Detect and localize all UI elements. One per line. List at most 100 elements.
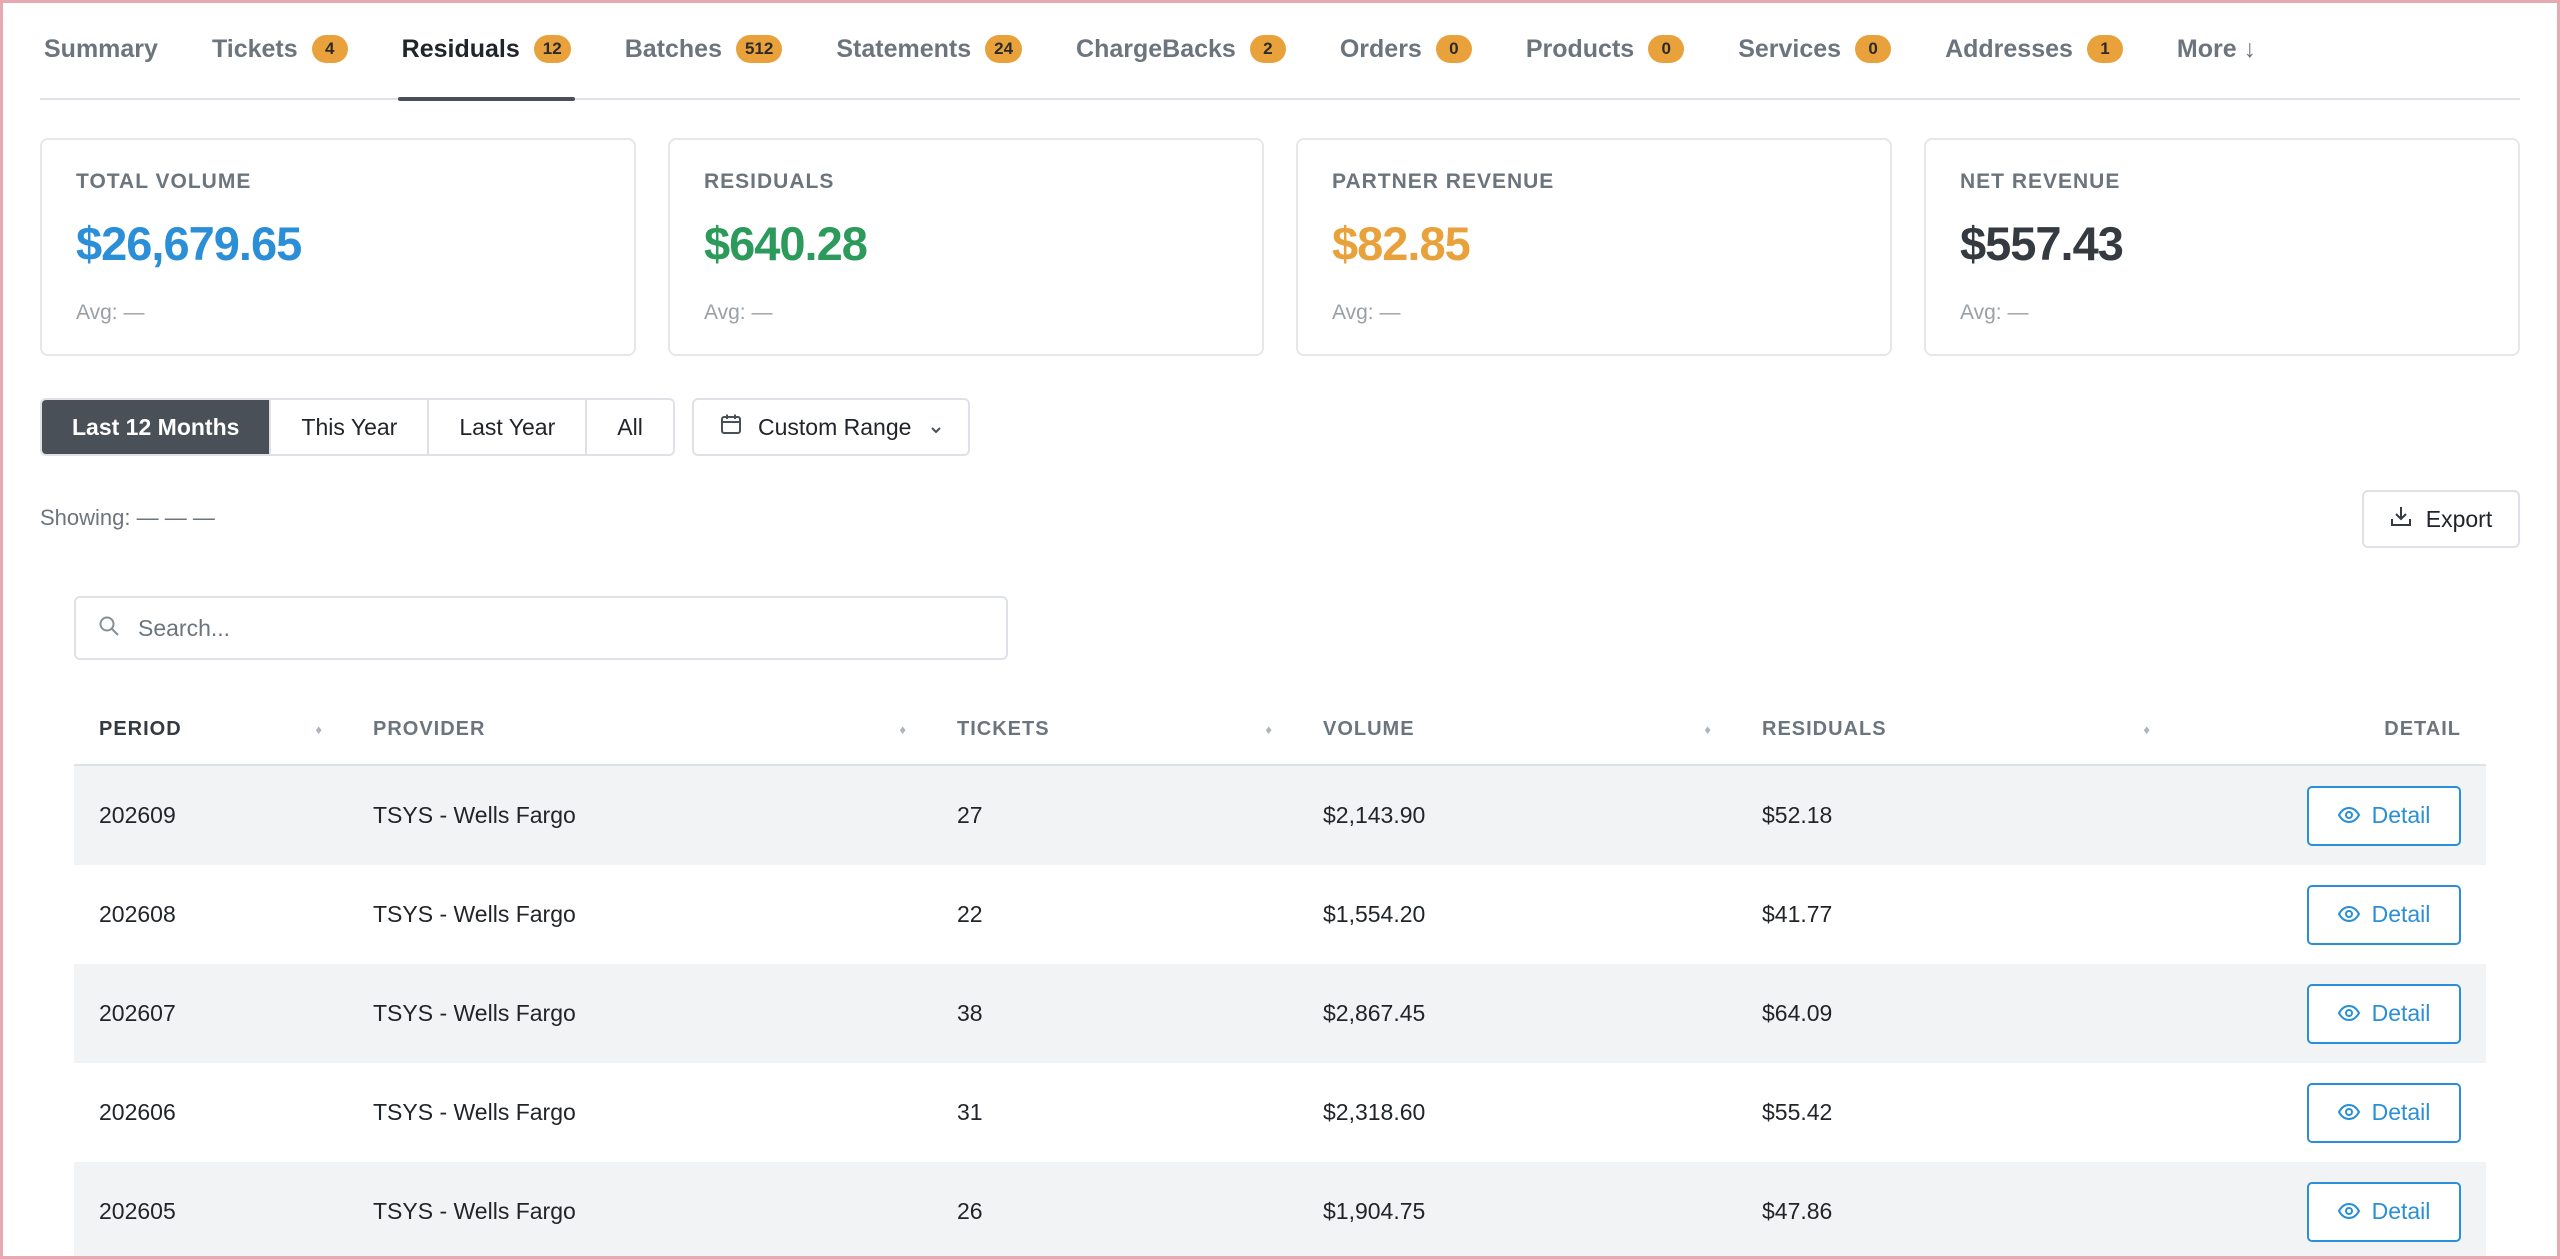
sort-icon: ♦ [2143,721,2151,737]
card-label: NET REVENUE [1960,170,2121,193]
tab-label: Batches [624,34,722,63]
table-row: 202605 TSYS - Wells Fargo 26 $1,904.75 $… [74,1162,2486,1259]
detail-label: Detail [2371,1198,2431,1224]
header-label: TICKETS [957,717,1050,740]
tab-tickets[interactable]: Tickets 4 [212,0,348,99]
tab-label: Services [1738,34,1842,63]
cell-period: 202609 [99,802,176,828]
search-input[interactable] [138,614,958,642]
tab-label: ChargeBacks [1076,34,1236,63]
cell-volume: $2,318.60 [1323,1099,1426,1125]
count-badge: 0 [1855,35,1892,63]
column-header-detail: DETAIL [2176,694,2486,764]
kpi-cards: TOTAL VOLUME $26,679.65 Avg: — RESIDUALS… [40,138,2520,356]
tab-label: Addresses [1945,34,2073,63]
detail-button[interactable]: Detail [2307,1181,2461,1242]
tab-label: Residuals [401,34,520,63]
sort-icon: ♦ [899,721,907,737]
tab-label: Orders [1339,34,1422,63]
custom-range-dropdown[interactable]: Custom Range [692,398,970,456]
table-row: 202607 TSYS - Wells Fargo 38 $2,867.45 $… [74,964,2486,1063]
eye-icon [2337,1000,2372,1027]
download-icon [2390,505,2426,533]
tab-label: Summary [44,34,158,63]
count-badge: 24 [985,35,1023,63]
header-label: PROVIDER [373,717,486,740]
column-header-tickets[interactable]: TICKETS ♦ [932,694,1298,764]
tab-products[interactable]: Products 0 [1525,0,1685,99]
detail-button[interactable]: Detail [2307,1082,2461,1143]
count-badge: 0 [1435,35,1472,63]
cell-provider: TSYS - Wells Fargo [373,901,576,927]
cell-tickets: 22 [957,901,983,927]
eye-icon [2337,1099,2372,1126]
detail-label: Detail [2371,1099,2431,1125]
search-box [74,596,1008,660]
range-this-year-button[interactable]: This Year [271,400,430,454]
search-icon [98,615,138,642]
tab-summary[interactable]: Summary [44,0,158,99]
detail-button[interactable]: Detail [2307,884,2461,945]
card-average: Avg: — [1332,301,1401,324]
tab-label: Tickets [211,34,298,63]
tab-label: Statements [836,34,972,63]
export-button[interactable]: Export [2362,490,2520,548]
column-header-residuals[interactable]: RESIDUALS ♦ [1737,694,2176,764]
calendar-icon [720,413,758,441]
tab-statements[interactable]: Statements 24 [836,0,1023,99]
card-value: $82.85 [1332,217,1471,270]
table-row: 202608 TSYS - Wells Fargo 22 $1,554.20 $… [74,865,2486,964]
cell-provider: TSYS - Wells Fargo [373,1198,576,1224]
residuals-page: Summary Tickets 4 Residuals 12 Batches 512 … [40,0,2520,1259]
column-header-volume[interactable]: VOLUME ♦ [1298,694,1737,764]
cell-period: 202605 [99,1198,176,1224]
range-last-year-button[interactable]: Last Year [429,400,588,454]
range-last-12-months-button[interactable]: Last 12 Months [42,400,272,454]
tab-label: More ↓ [2176,34,2257,63]
tab-bar: Summary Tickets 4 Residuals 12 Batches 512 … [40,0,2520,101]
cell-detail: Detail [2176,983,2486,1044]
detail-button[interactable]: Detail [2307,785,2461,846]
cell-tickets: 38 [957,1000,983,1026]
sort-icon: ♦ [1265,721,1273,737]
cell-provider: TSYS - Wells Fargo [373,1099,576,1125]
card-average: Avg: — [704,301,773,324]
table-header: PERIOD ♦ PROVIDER ♦ TICKETS ♦ VOLUME ♦ RESID… [74,694,2486,766]
range-all-button[interactable]: All [587,400,673,454]
tab-more-dropdown[interactable]: More ↓ [2177,0,2256,99]
detail-label: Detail [2371,901,2431,927]
tab-addresses[interactable]: Addresses 1 [1945,0,2123,99]
card-label: TOTAL VOLUME [76,170,252,193]
tab-residuals[interactable]: Residuals 12 [397,0,575,101]
residuals-table: PERIOD ♦ PROVIDER ♦ TICKETS ♦ VOLUME ♦ RESID… [74,694,2486,1259]
column-header-period[interactable]: PERIOD ♦ [74,694,348,764]
tab-label: Products [1525,34,1635,63]
tab-orders[interactable]: Orders 0 [1340,0,1472,99]
net-revenue-card: NET REVENUE $557.43 Avg: — [1924,138,2520,356]
sort-icon: ♦ [315,721,323,737]
chevron-down-icon [929,414,959,441]
showing-range-text: Showing: — — — [40,505,215,530]
count-badge: 1 [2086,35,2123,63]
cell-volume: $1,554.20 [1323,901,1426,927]
detail-button[interactable]: Detail [2307,983,2461,1044]
count-badge: 12 [533,35,571,63]
tab-chargebacks[interactable]: ChargeBacks 2 [1076,0,1286,99]
cell-period: 202608 [99,901,176,927]
header-label: RESIDUALS [1762,717,1887,740]
cell-provider: TSYS - Wells Fargo [373,1000,576,1026]
cell-residuals: $52.18 [1762,802,1833,828]
tab-batches[interactable]: Batches 512 [625,0,783,99]
header-label: VOLUME [1323,717,1415,740]
cell-period: 202607 [99,1000,176,1026]
sort-icon: ♦ [1704,721,1712,737]
cell-detail: Detail [2176,1181,2486,1242]
tab-services[interactable]: Services 0 [1738,0,1892,99]
column-header-provider[interactable]: PROVIDER ♦ [348,694,932,764]
count-badge: 4 [311,35,348,63]
residuals-card: RESIDUALS $640.28 Avg: — [668,138,1264,356]
cell-period: 202606 [99,1099,176,1125]
cell-volume: $2,867.45 [1323,1000,1426,1026]
partner-revenue-card: PARTNER REVENUE $82.85 Avg: — [1296,138,1892,356]
cell-volume: $2,143.90 [1323,802,1426,828]
